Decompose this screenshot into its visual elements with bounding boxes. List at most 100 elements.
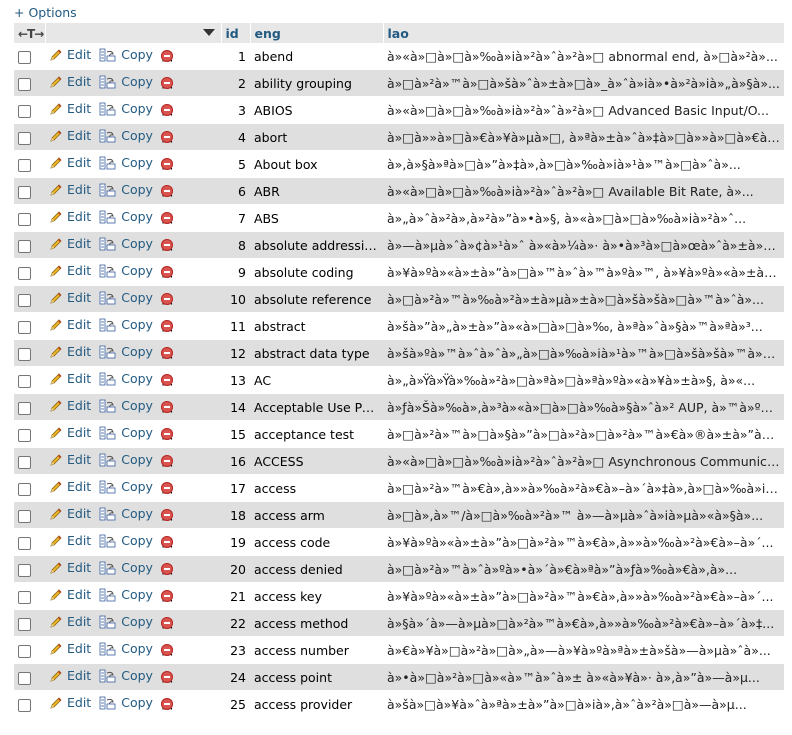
row-checkbox[interactable] xyxy=(18,293,31,307)
row-checkbox[interactable] xyxy=(18,509,31,523)
delete-button[interactable]: Delete xyxy=(160,237,218,252)
row-checkbox[interactable] xyxy=(18,239,31,253)
copy-button[interactable]: Copy xyxy=(99,479,153,494)
copy-button[interactable]: Copy xyxy=(99,209,153,224)
delete-button[interactable]: Delete xyxy=(160,642,218,657)
delete-button[interactable]: Delete xyxy=(160,426,218,441)
copy-button[interactable]: Copy xyxy=(99,614,153,629)
delete-button[interactable]: Delete xyxy=(160,345,218,360)
row-checkbox[interactable] xyxy=(18,590,31,604)
delete-button[interactable]: Delete xyxy=(160,480,218,495)
delete-button[interactable]: Delete xyxy=(160,318,218,333)
row-checkbox[interactable] xyxy=(18,347,31,361)
edit-button[interactable]: Edit xyxy=(49,695,91,710)
copy-button[interactable]: Copy xyxy=(99,74,153,89)
edit-button[interactable]: Edit xyxy=(49,614,91,629)
delete-button[interactable]: Delete xyxy=(160,129,218,144)
edit-button[interactable]: Edit xyxy=(49,182,91,197)
copy-button[interactable]: Copy xyxy=(99,668,153,683)
column-header-eng[interactable]: eng xyxy=(250,23,384,43)
copy-button[interactable]: Copy xyxy=(99,695,153,710)
edit-button[interactable]: Edit xyxy=(49,155,91,170)
copy-button[interactable]: Copy xyxy=(99,290,153,305)
copy-button[interactable]: Copy xyxy=(99,182,153,197)
copy-button[interactable]: Copy xyxy=(99,371,153,386)
delete-button[interactable]: Delete xyxy=(160,291,218,306)
row-checkbox[interactable] xyxy=(18,644,31,658)
row-checkbox[interactable] xyxy=(18,77,31,91)
row-checkbox[interactable] xyxy=(18,536,31,550)
row-checkbox[interactable] xyxy=(18,158,31,172)
row-checkbox[interactable] xyxy=(18,185,31,199)
row-checkbox[interactable] xyxy=(18,482,31,496)
copy-button[interactable]: Copy xyxy=(99,533,153,548)
edit-button[interactable]: Edit xyxy=(49,344,91,359)
edit-button[interactable]: Edit xyxy=(49,128,91,143)
copy-button[interactable]: Copy xyxy=(99,398,153,413)
delete-button[interactable]: Delete xyxy=(160,588,218,603)
row-checkbox[interactable] xyxy=(18,50,31,64)
row-checkbox[interactable] xyxy=(18,104,31,118)
delete-button[interactable]: Delete xyxy=(160,372,218,387)
copy-button[interactable]: Copy xyxy=(99,236,153,251)
row-checkbox[interactable] xyxy=(18,374,31,388)
row-checkbox[interactable] xyxy=(18,320,31,334)
edit-button[interactable]: Edit xyxy=(49,533,91,548)
row-checkbox[interactable] xyxy=(18,455,31,469)
row-checkbox[interactable] xyxy=(18,671,31,685)
edit-button[interactable]: Edit xyxy=(49,47,91,62)
edit-button[interactable]: Edit xyxy=(49,263,91,278)
edit-button[interactable]: Edit xyxy=(49,425,91,440)
delete-button[interactable]: Delete xyxy=(160,264,218,279)
copy-button[interactable]: Copy xyxy=(99,452,153,467)
edit-button[interactable]: Edit xyxy=(49,398,91,413)
row-checkbox[interactable] xyxy=(18,698,31,712)
delete-button[interactable]: Delete xyxy=(160,48,218,63)
delete-button[interactable]: Delete xyxy=(160,507,218,522)
delete-button[interactable]: Delete xyxy=(160,75,218,90)
copy-button[interactable]: Copy xyxy=(99,587,153,602)
copy-button[interactable]: Copy xyxy=(99,128,153,143)
row-checkbox[interactable] xyxy=(18,212,31,226)
edit-button[interactable]: Edit xyxy=(49,101,91,116)
delete-button[interactable]: Delete xyxy=(160,210,218,225)
copy-button[interactable]: Copy xyxy=(99,506,153,521)
edit-button[interactable]: Edit xyxy=(49,209,91,224)
chevron-down-icon[interactable] xyxy=(202,29,215,36)
row-checkbox[interactable] xyxy=(18,617,31,631)
delete-button[interactable]: Delete xyxy=(160,453,218,468)
edit-button[interactable]: Edit xyxy=(49,479,91,494)
copy-button[interactable]: Copy xyxy=(99,641,153,656)
row-checkbox[interactable] xyxy=(18,401,31,415)
delete-button[interactable]: Delete xyxy=(160,696,218,711)
row-checkbox[interactable] xyxy=(18,428,31,442)
delete-button[interactable]: Delete xyxy=(160,561,218,576)
copy-button[interactable]: Copy xyxy=(99,344,153,359)
edit-button[interactable]: Edit xyxy=(49,236,91,251)
delete-button[interactable]: Delete xyxy=(160,534,218,549)
edit-button[interactable]: Edit xyxy=(49,371,91,386)
edit-button[interactable]: Edit xyxy=(49,641,91,656)
delete-button[interactable]: Delete xyxy=(160,183,218,198)
copy-button[interactable]: Copy xyxy=(99,317,153,332)
copy-button[interactable]: Copy xyxy=(99,155,153,170)
edit-button[interactable]: Edit xyxy=(49,74,91,89)
row-checkbox[interactable] xyxy=(18,563,31,577)
row-checkbox[interactable] xyxy=(18,266,31,280)
copy-button[interactable]: Copy xyxy=(99,101,153,116)
delete-button[interactable]: Delete xyxy=(160,156,218,171)
column-header-id[interactable]: id xyxy=(221,23,251,43)
delete-button[interactable]: Delete xyxy=(160,399,218,414)
delete-button[interactable]: Delete xyxy=(160,615,218,630)
copy-button[interactable]: Copy xyxy=(99,560,153,575)
row-checkbox[interactable] xyxy=(18,131,31,145)
options-toggle[interactable]: + Options xyxy=(14,5,77,20)
column-header-lao[interactable]: lao xyxy=(383,23,785,43)
delete-button[interactable]: Delete xyxy=(160,669,218,684)
edit-button[interactable]: Edit xyxy=(49,587,91,602)
edit-button[interactable]: Edit xyxy=(49,506,91,521)
column-nav-arrows[interactable]: ←T→ xyxy=(18,27,44,41)
edit-button[interactable]: Edit xyxy=(49,668,91,683)
edit-button[interactable]: Edit xyxy=(49,560,91,575)
edit-button[interactable]: Edit xyxy=(49,452,91,467)
